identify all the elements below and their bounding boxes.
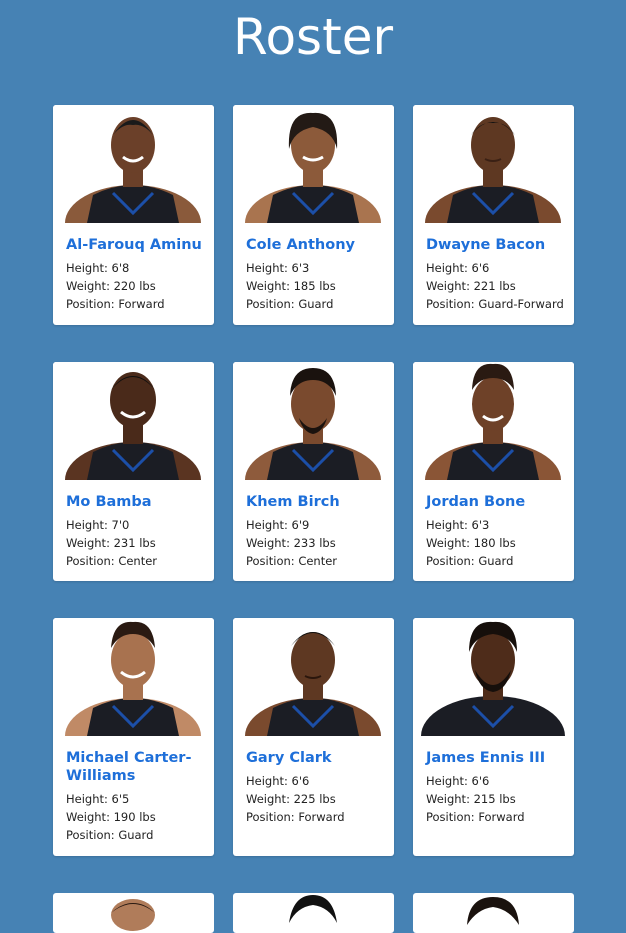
player-height: Height: 6'6 <box>246 774 310 788</box>
player-name[interactable]: Michael Carter-Williams <box>66 749 208 785</box>
player-weight: Weight: 215 lbs <box>426 792 516 806</box>
player-name[interactable]: Khem Birch <box>246 493 388 511</box>
player-photo <box>53 105 214 223</box>
player-photo <box>413 362 574 480</box>
player-weight: Weight: 180 lbs <box>426 536 516 550</box>
player-photo <box>413 105 574 223</box>
player-card[interactable]: Michael Carter-Williams Height: 6'5 Weig… <box>53 618 214 856</box>
player-card[interactable]: Dwayne Bacon Height: 6'6 Weight: 221 lbs… <box>413 105 574 325</box>
player-height: Height: 6'6 <box>426 774 490 788</box>
player-weight: Weight: 221 lbs <box>426 279 516 293</box>
player-photo <box>233 105 394 223</box>
player-name[interactable]: Al-Farouq Aminu <box>66 236 208 254</box>
player-card[interactable] <box>53 893 214 933</box>
player-card[interactable]: James Ennis III Height: 6'6 Weight: 215 … <box>413 618 574 856</box>
player-weight: Weight: 233 lbs <box>246 536 336 550</box>
player-weight: Weight: 190 lbs <box>66 810 156 824</box>
player-card[interactable]: Jordan Bone Height: 6'3 Weight: 180 lbs … <box>413 362 574 581</box>
player-card[interactable]: Khem Birch Height: 6'9 Weight: 233 lbs P… <box>233 362 394 581</box>
player-position: Position: Center <box>66 554 158 568</box>
player-weight: Weight: 225 lbs <box>246 792 336 806</box>
player-position: Position: Forward <box>426 810 525 824</box>
player-height: Height: 6'6 <box>426 261 490 275</box>
player-name[interactable]: Mo Bamba <box>66 493 208 511</box>
player-card[interactable] <box>233 893 394 933</box>
player-photo <box>467 897 519 925</box>
player-position: Position: Forward <box>246 810 345 824</box>
player-photo <box>289 895 337 923</box>
player-height: Height: 7'0 <box>66 518 130 532</box>
player-position: Position: Guard <box>426 554 514 568</box>
player-name[interactable]: Cole Anthony <box>246 236 388 254</box>
page-title: Roster <box>232 8 394 66</box>
player-weight: Weight: 231 lbs <box>66 536 156 550</box>
player-photo <box>413 618 574 736</box>
player-position: Position: Guard-Forward <box>426 297 564 311</box>
player-weight: Weight: 220 lbs <box>66 279 156 293</box>
player-position: Position: Forward <box>66 297 165 311</box>
player-height: Height: 6'3 <box>246 261 310 275</box>
player-height: Height: 6'9 <box>246 518 310 532</box>
player-photo <box>53 618 214 736</box>
player-weight: Weight: 185 lbs <box>246 279 336 293</box>
player-card[interactable]: Mo Bamba Height: 7'0 Weight: 231 lbs Pos… <box>53 362 214 581</box>
player-card[interactable] <box>413 893 574 933</box>
player-name[interactable]: Dwayne Bacon <box>426 236 568 254</box>
player-card[interactable]: Gary Clark Height: 6'6 Weight: 225 lbs P… <box>233 618 394 856</box>
player-card[interactable]: Cole Anthony Height: 6'3 Weight: 185 lbs… <box>233 105 394 325</box>
player-position: Position: Guard <box>246 297 334 311</box>
player-card[interactable]: Al-Farouq Aminu Height: 6'8 Weight: 220 … <box>53 105 214 325</box>
player-height: Height: 6'8 <box>66 261 130 275</box>
player-name[interactable]: Gary Clark <box>246 749 388 767</box>
player-photo <box>53 362 214 480</box>
player-photo <box>111 899 155 931</box>
player-position: Position: Center <box>246 554 338 568</box>
player-photo <box>233 618 394 736</box>
player-height: Height: 6'3 <box>426 518 490 532</box>
player-photo <box>233 362 394 480</box>
player-name[interactable]: James Ennis III <box>426 749 568 767</box>
player-position: Position: Guard <box>66 828 154 842</box>
player-name[interactable]: Jordan Bone <box>426 493 568 511</box>
player-height: Height: 6'5 <box>66 792 130 806</box>
